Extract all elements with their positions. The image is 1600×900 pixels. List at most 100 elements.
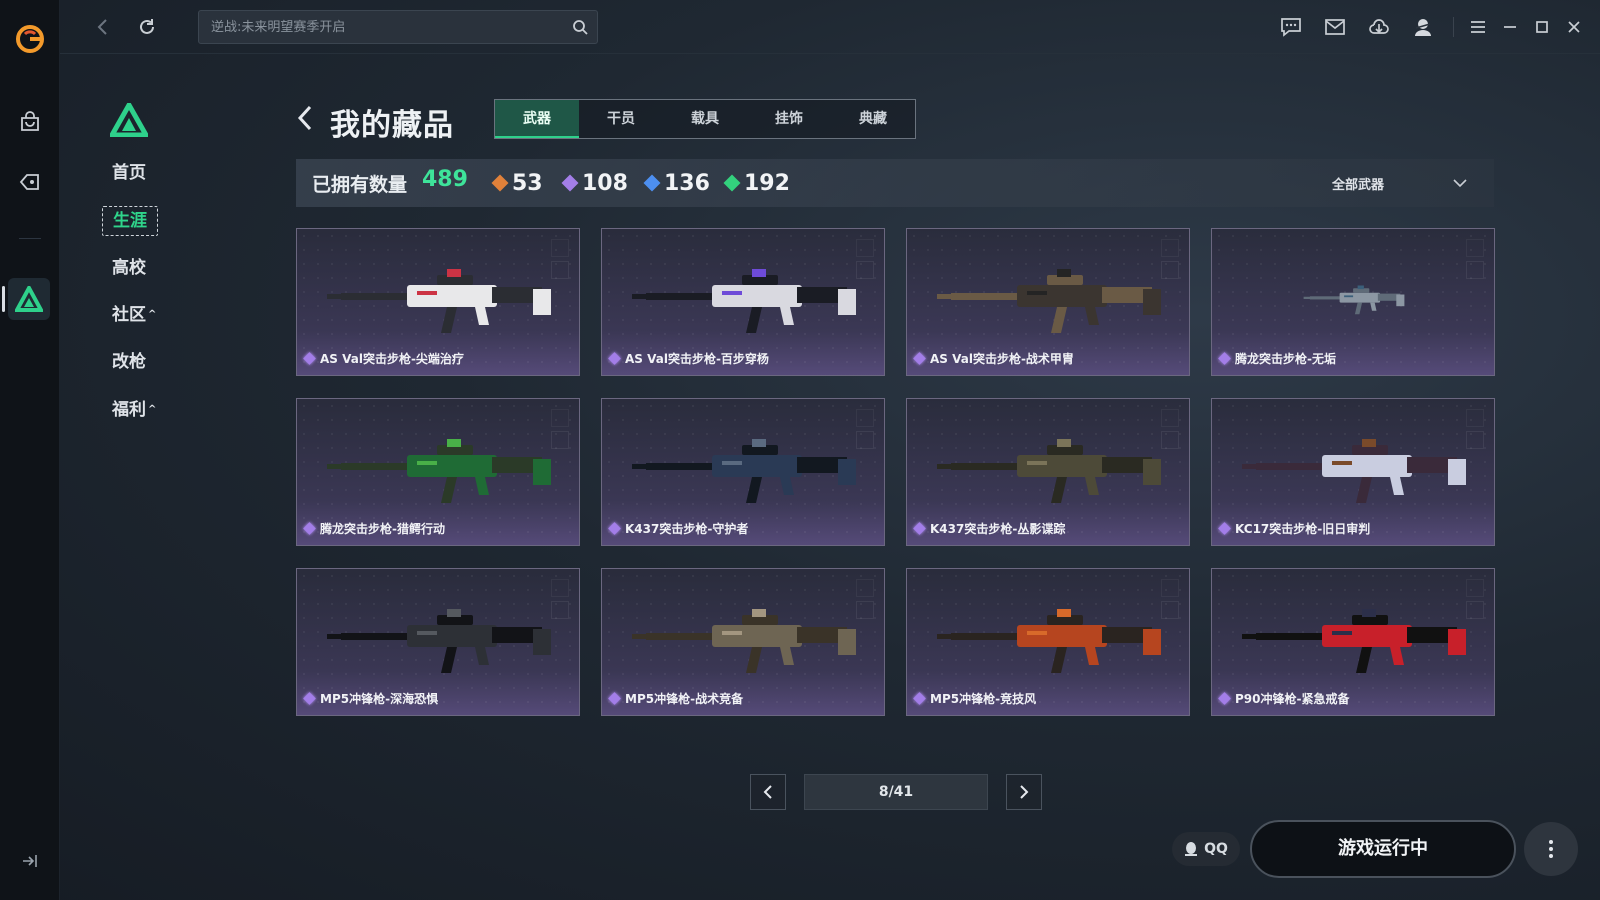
weapon-card[interactable]: KC17突击步枪-旧日审判 xyxy=(1211,398,1495,546)
rarity-gem-icon xyxy=(608,521,621,535)
search-bar xyxy=(198,10,598,44)
epic-gem-icon xyxy=(561,174,579,192)
game-brand-icon xyxy=(110,103,148,137)
weapon-card[interactable]: 腾龙突击步枪-无垢 xyxy=(1211,228,1495,376)
tab-weapons[interactable]: 武器 xyxy=(495,100,579,138)
weapon-name: AS Val突击步枪-尖端治疗 xyxy=(303,349,464,367)
weapon-card[interactable]: K437突击步枪-丛影谍踪 xyxy=(906,398,1190,546)
rarity-gem-icon xyxy=(913,521,926,535)
nav-item-college[interactable]: 高校 xyxy=(112,254,146,282)
user-avatar-icon[interactable] xyxy=(1401,12,1445,42)
rarity-gem-icon xyxy=(303,351,316,365)
weapon-card[interactable]: AS Val突击步枪-尖端治疗 xyxy=(296,228,580,376)
tab-vehicles[interactable]: 载具 xyxy=(663,100,747,138)
back-nav-icon[interactable] xyxy=(90,14,116,40)
weapon-name-label: 腾龙突击步枪-无垢 xyxy=(1235,351,1336,366)
back-arrow-icon[interactable] xyxy=(296,104,314,132)
weapon-card[interactable]: K437突击步枪-守护者 xyxy=(601,398,885,546)
rarity-count-uncommon: 192 xyxy=(723,169,790,197)
weapon-card[interactable]: AS Val突击步枪-战术甲胄 xyxy=(906,228,1190,376)
weapon-name: MP5冲锋枪-深海恐惧 xyxy=(303,689,439,707)
menu-icon[interactable] xyxy=(1462,12,1494,42)
game-app-icon[interactable] xyxy=(8,278,50,320)
rarity-gem-icon xyxy=(303,691,316,705)
weapon-image xyxy=(327,439,551,503)
weapon-card[interactable]: 腾龙突击步枪-猎鳄行动 xyxy=(296,398,580,546)
rail-active-indicator xyxy=(2,286,5,312)
weapon-name-label: MP5冲锋枪-战术竞备 xyxy=(625,691,744,706)
weapon-name: MP5冲锋枪-竞技风 xyxy=(913,689,1037,707)
chevron-right-icon xyxy=(1020,785,1029,799)
weapon-name: AS Val突击步枪-战术甲胄 xyxy=(913,349,1074,367)
minimize-icon[interactable] xyxy=(1494,12,1526,42)
search-icon[interactable] xyxy=(563,11,597,43)
next-page-button[interactable] xyxy=(1006,774,1042,810)
rare-gem-icon xyxy=(643,174,661,192)
weapon-card[interactable]: MP5冲锋枪-竞技风 xyxy=(906,568,1190,716)
weapon-name: AS Val突击步枪-百步穿杨 xyxy=(608,349,769,367)
weapon-name: 腾龙突击步枪-猎鳄行动 xyxy=(303,519,445,537)
nav-item-home[interactable]: 首页 xyxy=(112,159,146,187)
weapon-image xyxy=(327,269,551,333)
rarity-gem-icon xyxy=(1218,351,1231,365)
maximize-icon[interactable] xyxy=(1526,12,1558,42)
weapon-image xyxy=(937,439,1161,503)
weapon-card[interactable]: MP5冲锋枪-深海恐惧 xyxy=(296,568,580,716)
rarity-count-legendary: 53 xyxy=(491,169,543,197)
tab-charms[interactable]: 挂饰 xyxy=(747,100,831,138)
weapon-name-label: K437突击步枪-守护者 xyxy=(625,521,749,536)
page-title: 我的藏品 xyxy=(330,108,454,143)
weapon-image xyxy=(937,269,1161,333)
weapon-image xyxy=(1242,609,1466,673)
weapon-filter-dropdown[interactable]: 全部武器 xyxy=(1332,171,1468,195)
nav-item-community[interactable]: 社区 ^ xyxy=(112,301,156,329)
weapon-card[interactable]: AS Val突击步枪-百步穿杨 xyxy=(601,228,885,376)
nav-item-career[interactable]: 生涯 xyxy=(102,206,158,236)
owned-label: 已拥有数量 xyxy=(312,174,408,196)
rarity-count-rare: 136 xyxy=(643,169,710,197)
game-running-button[interactable]: 游戏运行中 xyxy=(1250,820,1516,878)
nav-item-label: 社区 xyxy=(112,305,146,325)
prev-page-button[interactable] xyxy=(750,774,786,810)
chat-icon[interactable] xyxy=(1269,12,1313,42)
tab-collection[interactable]: 典藏 xyxy=(831,100,915,138)
mail-icon[interactable] xyxy=(1313,12,1357,42)
owned-count: 489 xyxy=(422,167,468,192)
weapon-name-label: MP5冲锋枪-竞技风 xyxy=(930,691,1037,706)
rarity-gem-icon xyxy=(303,521,316,535)
store-bag-icon[interactable] xyxy=(16,108,44,136)
top-divider xyxy=(1453,17,1454,37)
weapon-name-label: AS Val突击步枪-尖端治疗 xyxy=(320,351,464,366)
more-options-button[interactable] xyxy=(1524,822,1578,876)
weapon-name-label: AS Val突击步枪-百步穿杨 xyxy=(625,351,769,366)
download-icon[interactable] xyxy=(1357,12,1401,42)
rarity-count-epic: 108 xyxy=(561,169,628,197)
top-icons xyxy=(1269,12,1590,42)
weapon-image xyxy=(1242,439,1466,503)
qq-label: QQ xyxy=(1204,841,1228,857)
rarity-gem-icon xyxy=(608,691,621,705)
weapon-image xyxy=(327,609,551,673)
tab-operators[interactable]: 干员 xyxy=(579,100,663,138)
refresh-icon[interactable] xyxy=(134,14,160,40)
weapon-name: P90冲锋枪-紧急戒备 xyxy=(1218,689,1349,707)
pagination: 8/41 xyxy=(750,774,1042,810)
nav-item-gunsmith[interactable]: 改枪 xyxy=(112,348,146,376)
chevron-down-icon xyxy=(1453,179,1467,188)
qq-button[interactable]: QQ xyxy=(1172,832,1240,866)
tag-icon[interactable] xyxy=(16,168,44,196)
weapon-name: K437突击步枪-丛影谍踪 xyxy=(913,519,1065,537)
app-logo-icon[interactable] xyxy=(13,22,47,56)
weapon-card[interactable]: MP5冲锋枪-战术竞备 xyxy=(601,568,885,716)
search-input[interactable] xyxy=(199,11,563,43)
close-icon[interactable] xyxy=(1558,12,1590,42)
collapse-sidebar-icon[interactable] xyxy=(20,852,40,870)
caret-up-icon: ^ xyxy=(148,404,157,415)
caret-up-icon: ^ xyxy=(148,309,157,320)
weapon-name-label: MP5冲锋枪-深海恐惧 xyxy=(320,691,439,706)
weapon-card[interactable]: P90冲锋枪-紧急戒备 xyxy=(1211,568,1495,716)
nav-item-welfare[interactable]: 福利 ^ xyxy=(112,396,156,424)
weapon-image xyxy=(632,269,856,333)
top-bar xyxy=(60,0,1600,54)
rarity-gem-icon xyxy=(913,351,926,365)
